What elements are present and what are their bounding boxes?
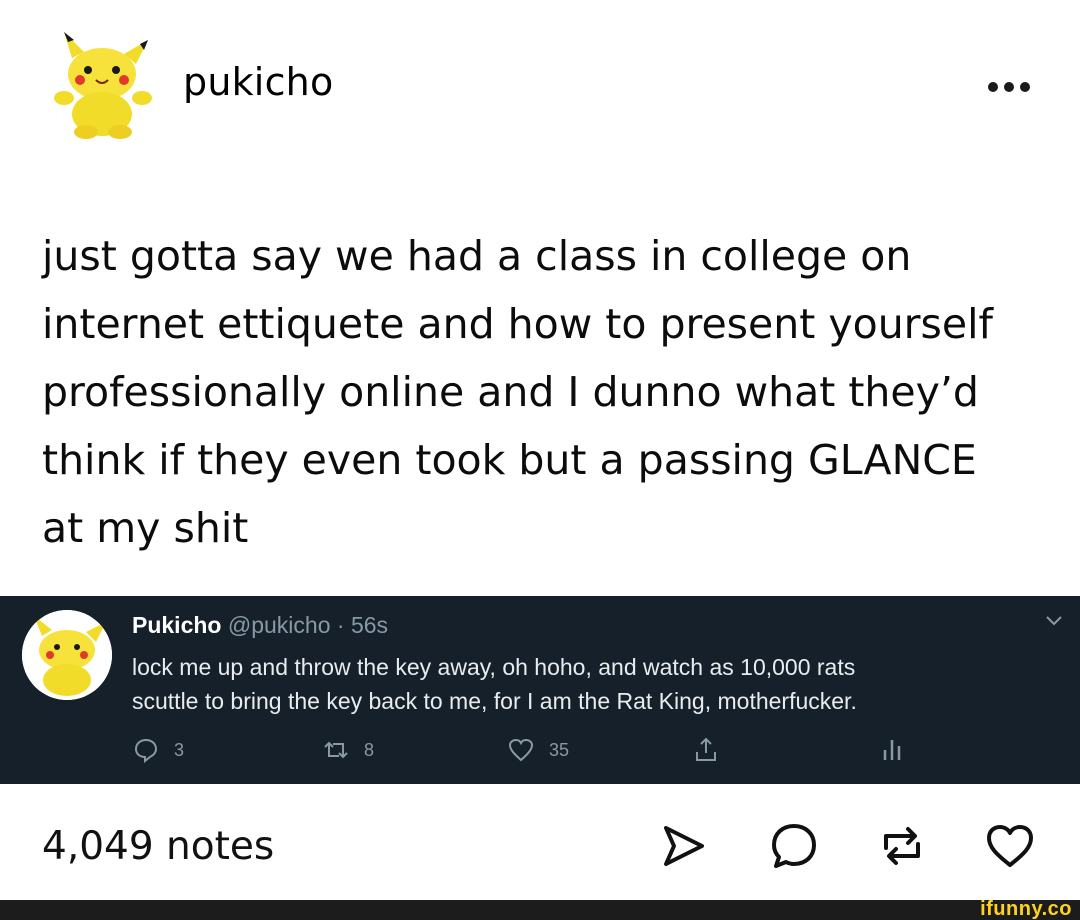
tweet-display-name[interactable]: Pukicho [132, 612, 221, 638]
analytics-icon [883, 740, 901, 760]
chevron-down-icon[interactable] [1044, 614, 1064, 628]
post-action-bar [650, 820, 1050, 880]
tweet-reply-count: 3 [174, 739, 185, 760]
tweet-share-button[interactable] [692, 736, 720, 764]
reply-icon [134, 738, 158, 764]
more-dots-icon [988, 82, 998, 92]
heart-icon [508, 738, 534, 762]
tweet-text-line: scuttle to bring the key back to me, for… [132, 688, 857, 714]
share-upload-icon [696, 737, 716, 761]
share-button[interactable] [658, 820, 710, 872]
embedded-tweet: Pukicho @pukicho · 56s lock me up and th… [0, 596, 1080, 784]
tweet-reply-button[interactable]: 3 [132, 736, 184, 764]
post-text-line: internet ettiquete and how to present yo… [42, 300, 993, 348]
tweet-like-count: 35 [549, 739, 570, 760]
more-options-button[interactable] [988, 72, 1048, 102]
tweet-analytics-button[interactable] [878, 736, 906, 764]
reblog-button[interactable] [876, 820, 928, 872]
reply-icon [772, 824, 816, 868]
tweet-separator: · [330, 612, 351, 638]
watermark-bar: ifunny.co [0, 898, 1080, 920]
post-text-line: professionally online and I dunno what t… [42, 368, 979, 416]
username[interactable]: pukicho [183, 60, 333, 104]
like-icon [987, 825, 1033, 867]
tweet-retweet-button[interactable]: 8 [322, 736, 374, 764]
tweet-handle[interactable]: @pukicho [228, 612, 331, 638]
reply-button[interactable] [768, 820, 820, 872]
tweet-timestamp[interactable]: 56s [351, 612, 388, 638]
tweet-text: lock me up and throw the key away, oh ho… [132, 650, 1032, 718]
tweet-action-bar: 3 8 35 [132, 736, 932, 776]
tweet-retweet-count: 8 [364, 739, 375, 760]
reblog-icon [884, 827, 920, 865]
post-text-line: just gotta say we had a class in college… [42, 232, 912, 280]
more-dot [1004, 82, 1014, 92]
tweet-avatar [22, 610, 112, 700]
tweet-like-button[interactable]: 35 [507, 736, 569, 764]
notes-count[interactable]: 4,049 notes [42, 824, 274, 869]
more-dot [1020, 82, 1030, 92]
post-body-text: just gotta say we had a class in college… [42, 222, 1052, 562]
post-text-line: at my shit [42, 504, 249, 552]
tweet-text-line: lock me up and throw the key away, oh ho… [132, 654, 856, 680]
watermark-logo: ifunny.co [980, 898, 1072, 920]
like-button[interactable] [984, 820, 1036, 872]
retweet-icon [324, 741, 348, 759]
pikachu-plush-icon [54, 32, 152, 139]
avatar[interactable] [50, 30, 155, 140]
pikachu-plush-icon [22, 610, 112, 700]
share-icon [664, 826, 704, 866]
post-header: pukicho [0, 0, 1080, 180]
post-text-line: think if they even took but a passing GL… [42, 436, 977, 484]
tweet-header: Pukicho @pukicho · 56s [132, 612, 388, 639]
